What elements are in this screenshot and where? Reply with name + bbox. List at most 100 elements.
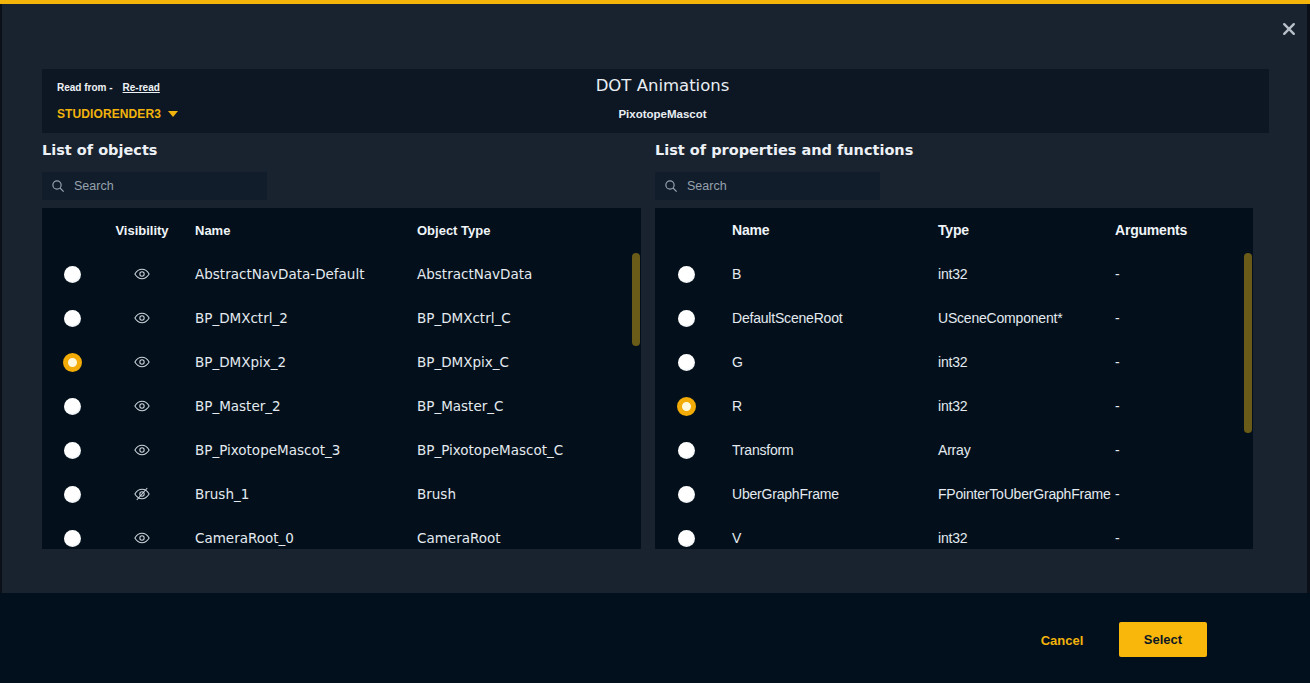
object-row[interactable]: Brush_1Brush — [42, 472, 641, 516]
dialog-subtitle: PixotopeMascot — [49, 108, 1276, 120]
object-type: BP_DMXctrl_C — [404, 310, 641, 326]
object-row[interactable]: AbstractNavData-DefaultAbstractNavData — [42, 252, 641, 296]
property-arguments: - — [1100, 442, 1253, 458]
properties-scrollbar-thumb[interactable] — [1244, 253, 1252, 433]
object-name: CameraRoot_0 — [182, 530, 404, 546]
property-name: R — [717, 398, 923, 414]
property-name: B — [717, 266, 923, 282]
column-header-type: Type — [923, 222, 1100, 238]
radio-button[interactable] — [64, 310, 81, 327]
radio-cell — [655, 266, 717, 283]
objects-table-header: Visibility Name Object Type — [42, 208, 641, 252]
object-type: CameraRoot — [404, 530, 641, 546]
radio-cell — [42, 486, 102, 503]
object-name: Brush_1 — [182, 486, 404, 502]
objects-search-input[interactable] — [74, 179, 244, 193]
property-row[interactable]: DefaultSceneRootUSceneComponent*- — [655, 296, 1253, 340]
object-name: BP_Master_2 — [182, 398, 404, 414]
radio-cell — [42, 530, 102, 547]
visibility-off-icon — [133, 485, 151, 503]
radio-button[interactable] — [678, 310, 695, 327]
radio-button[interactable] — [64, 486, 81, 503]
radio-cell — [42, 353, 102, 372]
radio-cell — [655, 397, 717, 416]
object-row[interactable]: BP_PixotopeMascot_3BP_PixotopeMascot_C — [42, 428, 641, 472]
radio-cell — [655, 486, 717, 503]
property-name: G — [717, 354, 923, 370]
property-type: int32 — [923, 354, 1100, 370]
property-row[interactable]: Rint32- — [655, 384, 1253, 428]
property-row[interactable]: Vint32- — [655, 516, 1253, 549]
visibility-cell — [102, 441, 182, 459]
accent-topbar — [0, 0, 1310, 4]
visibility-cell — [102, 397, 182, 415]
object-type: Brush — [404, 486, 641, 502]
objects-search[interactable] — [42, 172, 267, 200]
visibility-on-icon — [133, 529, 151, 547]
property-row[interactable]: UberGraphFrameFPointerToUberGraphFrame- — [655, 472, 1253, 516]
visibility-on-icon — [133, 309, 151, 327]
radio-button[interactable] — [64, 266, 81, 283]
radio-button[interactable] — [678, 486, 695, 503]
property-name: UberGraphFrame — [717, 486, 923, 502]
object-row[interactable]: BP_DMXpix_2BP_DMXpix_C — [42, 340, 641, 384]
radio-cell — [42, 310, 102, 327]
property-name: V — [717, 530, 923, 546]
radio-cell — [655, 442, 717, 459]
visibility-cell — [102, 309, 182, 327]
visibility-on-icon — [133, 265, 151, 283]
object-name: AbstractNavData-Default — [182, 266, 404, 282]
radio-button[interactable] — [678, 354, 695, 371]
radio-button[interactable] — [64, 398, 81, 415]
radio-button[interactable] — [64, 442, 81, 459]
cancel-button[interactable]: Cancel — [1022, 628, 1102, 652]
close-icon[interactable] — [1281, 21, 1297, 37]
radio-button[interactable] — [678, 266, 695, 283]
radio-button[interactable] — [64, 530, 81, 547]
property-row[interactable]: Gint32- — [655, 340, 1253, 384]
radio-cell — [655, 354, 717, 371]
object-name: BP_DMXpix_2 — [182, 354, 404, 370]
object-type: BP_Master_C — [404, 398, 641, 414]
properties-panel-heading: List of properties and functions — [655, 142, 913, 158]
column-header-name: Name — [182, 223, 404, 238]
property-type: FPointerToUberGraphFrame — [923, 486, 1100, 502]
visibility-on-icon — [133, 441, 151, 459]
dialog-title: DOT Animations — [49, 76, 1276, 95]
visibility-cell — [102, 485, 182, 503]
radio-cell — [42, 398, 102, 415]
visibility-on-icon — [133, 397, 151, 415]
select-button[interactable]: Select — [1119, 622, 1207, 657]
object-type: BP_PixotopeMascot_C — [404, 442, 641, 458]
object-row[interactable]: BP_DMXctrl_2BP_DMXctrl_C — [42, 296, 641, 340]
object-row[interactable]: BP_Master_2BP_Master_C — [42, 384, 641, 428]
radio-button-selected[interactable] — [677, 397, 696, 416]
property-arguments: - — [1100, 398, 1253, 414]
property-row[interactable]: TransformArray- — [655, 428, 1253, 472]
object-type: AbstractNavData — [404, 266, 641, 282]
header-panel: Read from -Re-read STUDIORENDER3 DOT Ani… — [42, 69, 1269, 133]
objects-scrollbar-thumb[interactable] — [632, 253, 640, 346]
object-row[interactable]: CameraRoot_0CameraRoot — [42, 516, 641, 549]
column-header-visibility: Visibility — [102, 223, 182, 238]
property-type: Array — [923, 442, 1100, 458]
property-type: USceneComponent* — [923, 310, 1100, 326]
radio-button[interactable] — [678, 442, 695, 459]
footer-bar: Cancel Select — [0, 593, 1310, 683]
visibility-cell — [102, 353, 182, 371]
column-header-object-type: Object Type — [404, 223, 641, 238]
properties-search[interactable] — [655, 172, 880, 200]
property-type: int32 — [923, 530, 1100, 546]
radio-button-selected[interactable] — [63, 353, 82, 372]
property-arguments: - — [1100, 354, 1253, 370]
property-arguments: - — [1100, 486, 1253, 502]
visibility-on-icon — [133, 353, 151, 371]
property-row[interactable]: Bint32- — [655, 252, 1253, 296]
radio-cell — [655, 310, 717, 327]
properties-table: Name Type Arguments Bint32-DefaultSceneR… — [655, 208, 1253, 549]
window-edge-left — [0, 4, 2, 683]
column-header-arguments: Arguments — [1100, 222, 1253, 238]
property-type: int32 — [923, 266, 1100, 282]
properties-search-input[interactable] — [687, 179, 857, 193]
radio-button[interactable] — [678, 530, 695, 547]
